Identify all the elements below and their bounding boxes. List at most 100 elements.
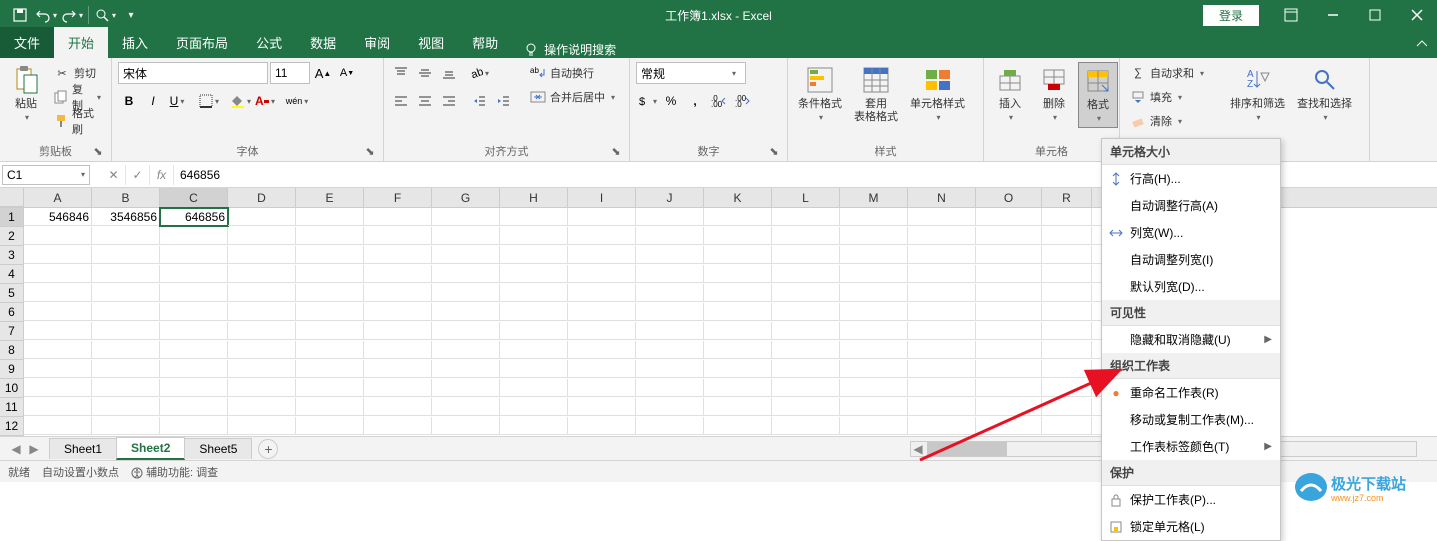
cell-K2[interactable] <box>704 227 772 245</box>
cell-N9[interactable] <box>908 360 976 378</box>
cell-O3[interactable] <box>976 246 1042 264</box>
cell-style-button[interactable]: 单元格样式▾ <box>906 62 969 126</box>
autosum-button[interactable]: ∑自动求和▾ <box>1126 62 1208 84</box>
cell-B7[interactable] <box>92 322 160 340</box>
cell-C11[interactable] <box>160 398 228 416</box>
cell-R3[interactable] <box>1042 246 1092 264</box>
tab-formulas[interactable]: 公式 <box>242 27 296 58</box>
find-select-button[interactable]: 查找和选择▾ <box>1293 62 1356 126</box>
undo-icon[interactable]: ▾ <box>34 3 58 27</box>
cell-E11[interactable] <box>296 398 364 416</box>
menu-protect-sheet[interactable]: 保护工作表(P)... <box>1102 486 1280 513</box>
menu-default-width[interactable]: 默认列宽(D)... <box>1102 273 1280 300</box>
tab-file[interactable]: 文件 <box>0 27 54 58</box>
cell-M6[interactable] <box>840 303 908 321</box>
cell-A4[interactable] <box>24 265 92 283</box>
cell-E2[interactable] <box>296 227 364 245</box>
col-header-R[interactable]: R <box>1042 188 1092 207</box>
wrap-text-button[interactable]: ab自动换行 <box>526 62 619 84</box>
cell-I12[interactable] <box>568 417 636 435</box>
tab-review[interactable]: 审阅 <box>350 27 404 58</box>
cell-K5[interactable] <box>704 284 772 302</box>
fx-icon[interactable]: fx <box>150 165 174 185</box>
cell-F11[interactable] <box>364 398 432 416</box>
menu-rename-sheet[interactable]: ●重命名工作表(R) <box>1102 379 1280 406</box>
number-launcher-icon[interactable]: ⬊ <box>767 145 781 159</box>
phonetic-button[interactable]: wén▾ <box>286 90 308 112</box>
cell-G1[interactable] <box>432 208 500 226</box>
login-button[interactable]: 登录 <box>1203 5 1259 26</box>
cell-M5[interactable] <box>840 284 908 302</box>
cell-F1[interactable] <box>364 208 432 226</box>
cell-L3[interactable] <box>772 246 840 264</box>
cell-F2[interactable] <box>364 227 432 245</box>
cell-L1[interactable] <box>772 208 840 226</box>
row-header-3[interactable]: 3 <box>0 246 24 265</box>
clipboard-launcher-icon[interactable]: ⬊ <box>91 145 105 159</box>
clear-button[interactable]: 清除▾ <box>1126 110 1208 132</box>
cell-C5[interactable] <box>160 284 228 302</box>
cell-B5[interactable] <box>92 284 160 302</box>
cell-E3[interactable] <box>296 246 364 264</box>
menu-hide-unhide[interactable]: 隐藏和取消隐藏(U)▶ <box>1102 326 1280 353</box>
tab-layout[interactable]: 页面布局 <box>162 27 242 58</box>
format-cells-button[interactable]: 格式▾ <box>1078 62 1118 128</box>
row-header-7[interactable]: 7 <box>0 322 24 341</box>
col-header-O[interactable]: O <box>976 188 1042 207</box>
cell-I3[interactable] <box>568 246 636 264</box>
row-header-6[interactable]: 6 <box>0 303 24 322</box>
row-header-10[interactable]: 10 <box>0 379 24 398</box>
cell-O4[interactable] <box>976 265 1042 283</box>
menu-row-height[interactable]: 行高(H)... <box>1102 165 1280 192</box>
cancel-formula-icon[interactable]: ✕ <box>102 165 126 185</box>
cell-B11[interactable] <box>92 398 160 416</box>
cell-J11[interactable] <box>636 398 704 416</box>
row-header-1[interactable]: 1 <box>0 208 24 227</box>
increase-indent-icon[interactable] <box>492 90 514 112</box>
cell-H9[interactable] <box>500 360 568 378</box>
cell-O7[interactable] <box>976 322 1042 340</box>
cell-R8[interactable] <box>1042 341 1092 359</box>
sheet-tab-3[interactable]: Sheet5 <box>184 438 252 459</box>
cell-G2[interactable] <box>432 227 500 245</box>
cell-A8[interactable] <box>24 341 92 359</box>
sheet-tab-2[interactable]: Sheet2 <box>116 437 185 460</box>
cell-G5[interactable] <box>432 284 500 302</box>
cell-G11[interactable] <box>432 398 500 416</box>
cell-J5[interactable] <box>636 284 704 302</box>
cell-O5[interactable] <box>976 284 1042 302</box>
cell-N3[interactable] <box>908 246 976 264</box>
cell-D6[interactable] <box>228 303 296 321</box>
cell-N7[interactable] <box>908 322 976 340</box>
cell-D5[interactable] <box>228 284 296 302</box>
cell-I6[interactable] <box>568 303 636 321</box>
cell-D7[interactable] <box>228 322 296 340</box>
currency-icon[interactable]: $▾ <box>636 90 658 112</box>
cell-M1[interactable] <box>840 208 908 226</box>
cell-M2[interactable] <box>840 227 908 245</box>
cell-C6[interactable] <box>160 303 228 321</box>
menu-col-width[interactable]: 列宽(W)... <box>1102 219 1280 246</box>
cell-J1[interactable] <box>636 208 704 226</box>
cell-J6[interactable] <box>636 303 704 321</box>
cell-O1[interactable] <box>976 208 1042 226</box>
cell-F4[interactable] <box>364 265 432 283</box>
cell-G8[interactable] <box>432 341 500 359</box>
sheet-nav-prev-icon[interactable]: ◀ <box>8 441 24 457</box>
menu-auto-col-width[interactable]: 自动调整列宽(I) <box>1102 246 1280 273</box>
cell-D2[interactable] <box>228 227 296 245</box>
cell-A10[interactable] <box>24 379 92 397</box>
cell-O2[interactable] <box>976 227 1042 245</box>
cell-L8[interactable] <box>772 341 840 359</box>
select-all-corner[interactable] <box>0 188 24 207</box>
cell-O6[interactable] <box>976 303 1042 321</box>
cell-J2[interactable] <box>636 227 704 245</box>
cell-C10[interactable] <box>160 379 228 397</box>
cell-C1[interactable]: 646856 <box>160 208 228 226</box>
menu-tab-color[interactable]: 工作表标签颜色(T)▶ <box>1102 433 1280 460</box>
col-header-M[interactable]: M <box>840 188 908 207</box>
cell-I1[interactable] <box>568 208 636 226</box>
table-format-button[interactable]: 套用 表格格式 <box>850 62 902 126</box>
cell-A9[interactable] <box>24 360 92 378</box>
cell-E1[interactable] <box>296 208 364 226</box>
